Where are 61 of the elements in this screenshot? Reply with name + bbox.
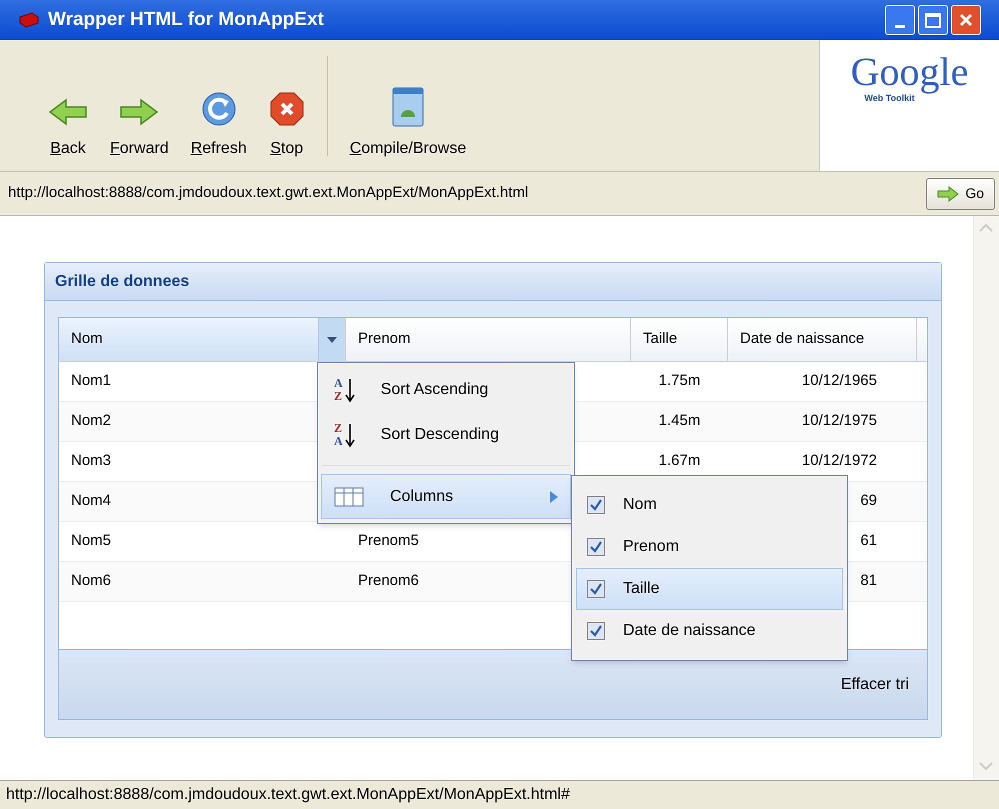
- logo-subtitle: Web Toolkit: [864, 93, 915, 105]
- dropdown-trigger[interactable]: [318, 318, 345, 361]
- close-icon: [958, 12, 974, 28]
- column-header[interactable]: Nom: [59, 318, 346, 361]
- table-cell-text: 1.67m: [658, 451, 700, 472]
- stop-icon: [268, 91, 305, 127]
- column-label: Nom: [70, 329, 103, 350]
- arrow-icon: [937, 186, 960, 202]
- table-cell-text: 1.75m: [658, 371, 700, 392]
- refresh-icon: [200, 91, 237, 127]
- column-header[interactable]: Date de naissance: [728, 318, 917, 361]
- toolbar-button[interactable]: Back: [48, 87, 88, 161]
- caret-icon: [327, 336, 337, 342]
- table-cell-text: 10/12/1965: [802, 371, 877, 392]
- app-icon: [18, 11, 40, 29]
- table-cell-text: 1.45m: [658, 411, 700, 432]
- status-text: http://localhost:8888/com.jmdoudoux.text.gwt.ext.MonAppExt/MonAppExt.html#: [6, 785, 570, 805]
- address-field[interactable]: http://localhost:8888/com.jmdoudoux.text.gwt.ext.MonAppExt/MonAppExt.html: [8, 182, 926, 205]
- table-cell-text: Nom6: [71, 571, 112, 592]
- table-cell-text: 10/12/1975: [802, 411, 877, 432]
- maximize-button[interactable]: [918, 5, 948, 35]
- clear-sort-button[interactable]: Effacer tri: [836, 672, 913, 696]
- table-cell-text: 81: [860, 571, 877, 592]
- menu-item[interactable]: A Z Sort Ascending: [321, 367, 571, 412]
- logo-text: Google: [850, 50, 968, 94]
- table-cell-text: Prenom5: [358, 531, 419, 552]
- close-button[interactable]: [951, 5, 981, 35]
- table-cell-text: Prenom6: [358, 571, 419, 592]
- column-header[interactable]: Prenom: [346, 318, 631, 361]
- menu-item[interactable]: Taille: [576, 568, 843, 610]
- toolbar-button[interactable]: Stop: [268, 87, 305, 161]
- menu-item[interactable]: Columns: [321, 474, 571, 519]
- table-cell-text: Nom5: [71, 531, 112, 552]
- columns-icon: [334, 486, 364, 506]
- go-button[interactable]: Go: [926, 178, 995, 210]
- menu-item[interactable]: Nom: [576, 484, 843, 526]
- column-header[interactable]: Taille: [631, 318, 728, 361]
- table-cell-text: 69: [860, 491, 877, 512]
- table-cell-text: Nom2: [71, 411, 112, 432]
- checkbox[interactable]: [587, 580, 605, 598]
- table-cell-text: Nom3: [71, 451, 112, 472]
- checkbox[interactable]: [587, 622, 605, 640]
- back-arrow-icon: [48, 97, 88, 127]
- table-cell-text: Nom1: [71, 371, 112, 392]
- window-title: Wrapper HTML for MonAppExt: [48, 8, 324, 32]
- toolbar-button[interactable]: Compile/Browse: [350, 87, 466, 161]
- menu-item[interactable]: Date de naissance: [576, 610, 843, 652]
- toolbar-button[interactable]: Refresh: [190, 87, 247, 161]
- checkbox[interactable]: [587, 496, 605, 514]
- browser-window-icon: [392, 87, 424, 127]
- panel-title: Grille de donnees: [55, 272, 190, 292]
- toolbar-button[interactable]: Forward: [110, 87, 169, 161]
- minimize-button[interactable]: [885, 5, 915, 35]
- menu-item[interactable]: Z A Sort Descending: [321, 412, 571, 457]
- table-cell-text: 10/12/1972: [802, 451, 877, 472]
- submenu-arrow-icon: [550, 490, 558, 502]
- menu-item[interactable]: Prenom: [576, 526, 843, 568]
- table-cell-text: Nom4: [71, 491, 112, 512]
- checkbox[interactable]: [587, 538, 605, 556]
- forward-arrow-icon: [119, 97, 160, 127]
- table-cell-text: 61: [860, 531, 877, 552]
